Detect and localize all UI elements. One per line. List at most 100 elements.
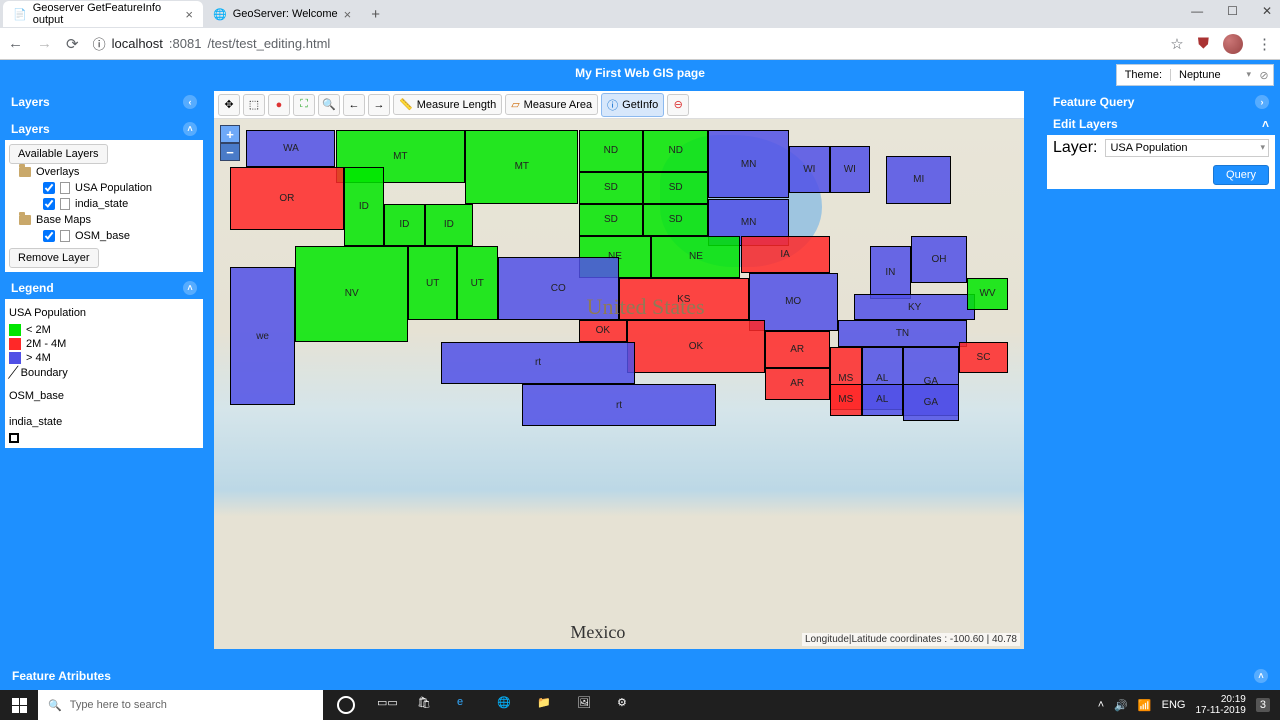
measure-area-button[interactable]: ▱Measure Area bbox=[505, 94, 598, 115]
getinfo-button[interactable]: ⓘGetInfo bbox=[601, 93, 664, 117]
theme-dropdown[interactable]: Neptune bbox=[1170, 69, 1255, 81]
zoom-in-button[interactable]: + bbox=[220, 125, 240, 143]
new-tab-button[interactable]: + bbox=[361, 6, 390, 23]
profile-avatar[interactable] bbox=[1223, 34, 1243, 54]
remove-layer-button[interactable]: Remove Layer bbox=[9, 248, 99, 268]
layer-item-usa-population[interactable]: USA Population bbox=[9, 180, 199, 196]
state-ID[interactable]: ID bbox=[425, 204, 474, 246]
full-extent-icon[interactable]: ⛶ bbox=[293, 94, 315, 116]
layer-checkbox[interactable] bbox=[43, 198, 55, 210]
state-WA[interactable]: WA bbox=[246, 130, 335, 167]
state-SD[interactable]: SD bbox=[643, 172, 708, 204]
store-icon[interactable]: 🛍 bbox=[417, 696, 435, 714]
state-SD[interactable]: SD bbox=[579, 172, 644, 204]
reload-icon[interactable]: ⟳ bbox=[66, 35, 79, 53]
state-MI[interactable]: MI bbox=[886, 156, 951, 204]
state-WV[interactable]: WV bbox=[967, 278, 1008, 310]
window-close[interactable]: ✕ bbox=[1262, 4, 1272, 18]
ublock-icon[interactable]: ⛊ bbox=[1198, 35, 1209, 52]
close-icon[interactable]: × bbox=[344, 7, 352, 22]
language-indicator[interactable]: ENG bbox=[1162, 699, 1186, 711]
task-view-icon[interactable]: ▭▭ bbox=[377, 696, 395, 714]
obs-icon[interactable]: ⚙ bbox=[617, 696, 635, 714]
state-TN[interactable]: TN bbox=[838, 320, 968, 347]
close-icon[interactable]: ⊘ bbox=[1255, 69, 1273, 82]
feature-attributes-panel[interactable]: Feature Atributes ˄ bbox=[4, 666, 1276, 686]
tree-group-basemaps[interactable]: Base Maps bbox=[9, 212, 199, 228]
state-NV[interactable]: NV bbox=[295, 246, 408, 341]
expand-icon[interactable]: ˄ bbox=[1254, 669, 1268, 683]
volume-icon[interactable]: 🔊 bbox=[1114, 699, 1128, 712]
layer-item-india-state[interactable]: india_state bbox=[9, 196, 199, 212]
state-UT[interactable]: UT bbox=[457, 246, 498, 320]
state-WI[interactable]: WI bbox=[789, 146, 830, 194]
zoom-in-icon[interactable]: 🔍 bbox=[318, 94, 340, 116]
state-MN[interactable]: MN bbox=[708, 130, 789, 199]
state-ID[interactable]: ID bbox=[384, 204, 425, 246]
tray-chevron-icon[interactable]: ˄ bbox=[1098, 699, 1104, 711]
start-button[interactable] bbox=[0, 690, 38, 720]
legend-header[interactable]: Legend ˄ bbox=[5, 277, 203, 299]
site-info-icon[interactable]: ⓘ bbox=[93, 34, 106, 53]
tab-geoserver-welcome[interactable]: 🌐 GeoServer: Welcome × bbox=[203, 1, 361, 27]
feature-query-header[interactable]: Feature Query › bbox=[1047, 91, 1275, 113]
prev-extent-icon[interactable]: ← bbox=[343, 94, 365, 116]
close-icon[interactable]: × bbox=[185, 7, 193, 22]
query-button[interactable]: Query bbox=[1213, 165, 1269, 185]
state-AR[interactable]: AR bbox=[765, 331, 830, 368]
state-UT[interactable]: UT bbox=[408, 246, 457, 320]
state-ND[interactable]: ND bbox=[579, 130, 644, 172]
state-SC[interactable]: SC bbox=[959, 342, 1008, 374]
draw-point-icon[interactable]: ● bbox=[268, 94, 290, 116]
layers-header[interactable]: Layers ‹ bbox=[5, 91, 203, 113]
collapse-icon[interactable]: ˄ bbox=[183, 281, 197, 295]
explorer-icon[interactable]: 📁 bbox=[537, 696, 555, 714]
state-WI[interactable]: WI bbox=[830, 146, 871, 194]
layer-item-osm-base[interactable]: OSM_base bbox=[9, 228, 199, 244]
layer-dropdown[interactable]: USA Population bbox=[1105, 139, 1269, 157]
state-IA[interactable]: IA bbox=[741, 236, 830, 273]
layers-header[interactable]: Layers ˄ bbox=[5, 118, 203, 140]
collapse-icon[interactable]: ˄ bbox=[183, 122, 197, 136]
window-minimize[interactable]: — bbox=[1191, 4, 1203, 18]
state-AL[interactable]: AL bbox=[862, 384, 903, 416]
available-layers-button[interactable]: Available Layers bbox=[9, 144, 108, 164]
collapse-icon[interactable]: ‹ bbox=[183, 95, 197, 109]
state-AR[interactable]: AR bbox=[765, 368, 830, 400]
wifi-icon[interactable]: 📶 bbox=[1138, 699, 1152, 712]
state-ND[interactable]: ND bbox=[643, 130, 708, 172]
expand-icon[interactable]: › bbox=[1255, 95, 1269, 109]
state-MS[interactable]: MS bbox=[830, 384, 862, 416]
taskbar-search[interactable]: 🔍 Type here to search bbox=[38, 690, 323, 720]
pan-icon[interactable]: ✥ bbox=[218, 94, 240, 116]
state-we[interactable]: we bbox=[230, 267, 295, 405]
cortana-icon[interactable] bbox=[337, 696, 355, 714]
chrome-icon[interactable]: 🌐 bbox=[497, 696, 515, 714]
state-rt[interactable]: rt bbox=[522, 384, 716, 426]
measure-length-button[interactable]: 📏Measure Length bbox=[393, 94, 502, 115]
forward-icon[interactable]: → bbox=[37, 35, 52, 52]
menu-icon[interactable]: ⋮ bbox=[1257, 35, 1272, 53]
state-OK[interactable]: OK bbox=[579, 320, 628, 341]
state-SD[interactable]: SD bbox=[643, 204, 708, 236]
state-GA[interactable]: GA bbox=[903, 384, 960, 421]
state-KY[interactable]: KY bbox=[854, 294, 976, 321]
state-NE[interactable]: NE bbox=[651, 236, 740, 278]
app-icon[interactable]: 🖼 bbox=[577, 696, 595, 714]
url-input[interactable]: ⓘ localhost:8081/test/test_editing.html bbox=[93, 34, 1157, 53]
zoom-out-button[interactable]: − bbox=[220, 143, 240, 161]
edit-layers-header[interactable]: Edit Layers ˄ bbox=[1047, 113, 1275, 135]
state-OK[interactable]: OK bbox=[627, 320, 765, 373]
state-ID[interactable]: ID bbox=[344, 167, 385, 247]
state-MT[interactable]: MT bbox=[465, 130, 578, 204]
state-OR[interactable]: OR bbox=[230, 167, 343, 231]
state-rt[interactable]: rt bbox=[441, 342, 635, 384]
layer-checkbox[interactable] bbox=[43, 182, 55, 194]
clock[interactable]: 20:19 17-11-2019 bbox=[1195, 694, 1245, 716]
star-icon[interactable]: ☆ bbox=[1170, 35, 1183, 53]
notifications-icon[interactable]: 3 bbox=[1256, 698, 1270, 712]
window-maximize[interactable]: ☐ bbox=[1227, 4, 1238, 18]
state-SD[interactable]: SD bbox=[579, 204, 644, 236]
clear-icon[interactable]: ⊖ bbox=[667, 94, 689, 116]
state-OH[interactable]: OH bbox=[911, 236, 968, 284]
